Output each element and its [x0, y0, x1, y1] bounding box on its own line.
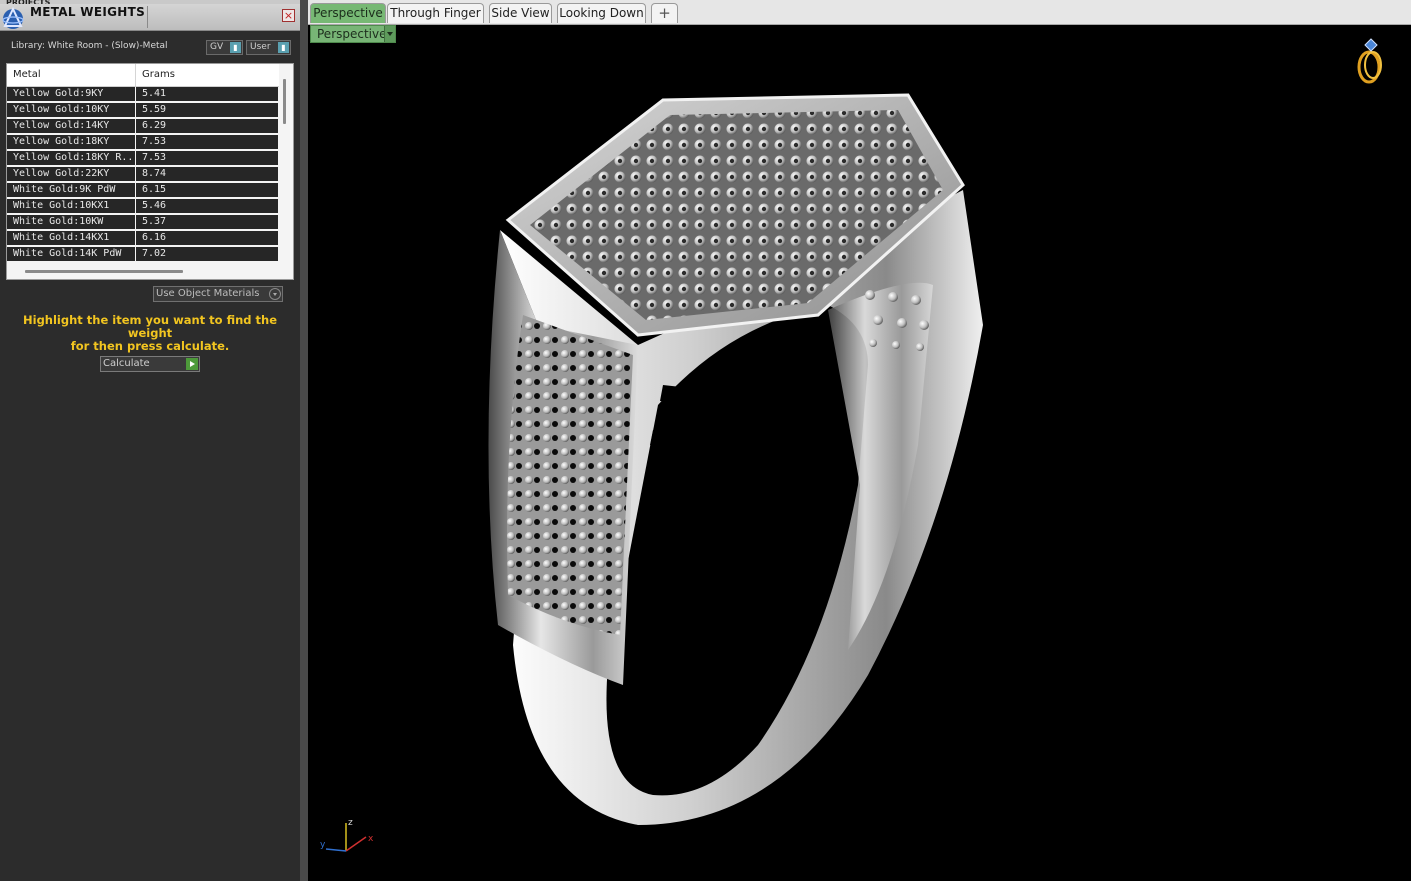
grams-cell: 5.37: [142, 216, 167, 227]
table-row[interactable]: White Gold:10KX1 5.46: [7, 199, 278, 213]
materials-combo-label: Use Object Materials: [156, 288, 260, 299]
metal-name-cell: Yellow Gold:22KY: [13, 168, 110, 179]
library-label: Library: White Room - (Slow)-Metal: [11, 41, 168, 51]
cell-divider: [135, 167, 136, 181]
grams-cell: 6.15: [142, 184, 167, 195]
ring-render: [488, 93, 983, 825]
metal-name-cell: White Gold:14KX1: [13, 232, 110, 243]
cell-divider: [135, 247, 136, 261]
instructions-line-1: Highlight the item you want to find the …: [23, 313, 277, 340]
side-pave-panel: [507, 315, 633, 635]
tab-perspective[interactable]: Perspective: [310, 3, 386, 23]
tab-through-finger[interactable]: Through Finger: [387, 3, 484, 23]
view-mode-dropdown-icon[interactable]: [384, 26, 395, 42]
user-combo-label: User: [250, 42, 271, 52]
grams-cell: 7.53: [142, 136, 167, 147]
metal-name-cell: Yellow Gold:18KY: [13, 136, 110, 147]
column-divider[interactable]: [135, 64, 136, 86]
metal-name-cell: Yellow Gold:18KY R...: [13, 152, 133, 163]
column-header-grams[interactable]: Grams: [142, 69, 175, 80]
instructions-text: Highlight the item you want to find the …: [0, 314, 300, 353]
calculate-label: Calculate: [103, 358, 150, 369]
instructions-line-2: for then press calculate.: [70, 339, 230, 353]
ring-logo-icon[interactable]: [1355, 37, 1387, 85]
x-axis-label: x: [368, 834, 374, 844]
add-tab-button[interactable]: +: [651, 3, 678, 23]
grams-cell: 6.16: [142, 232, 167, 243]
grams-cell: 8.74: [142, 168, 167, 179]
gv-combo[interactable]: GV ▮: [206, 40, 243, 55]
metal-name-cell: Yellow Gold:14KY: [13, 120, 110, 131]
cell-divider: [135, 215, 136, 229]
metal-name-cell: White Gold:10KX1: [13, 200, 110, 211]
metal-name-cell: White Gold:10KW: [13, 216, 104, 227]
3d-viewport[interactable]: Perspective z x y: [308, 25, 1411, 881]
metal-name-cell: White Gold:9K PdW: [13, 184, 116, 195]
use-object-materials-combo[interactable]: Use Object Materials: [153, 286, 283, 302]
view-mode-combo[interactable]: Perspective: [310, 25, 396, 43]
grams-cell: 7.02: [142, 248, 167, 259]
table-header: Metal Grams: [7, 64, 279, 87]
close-panel-button[interactable]: ×: [282, 9, 295, 22]
cell-divider: [135, 231, 136, 245]
table-row[interactable]: Yellow Gold:22KY 8.74: [7, 167, 278, 181]
gv-dropdown-icon[interactable]: ▮: [230, 42, 241, 53]
metal-name-cell: Yellow Gold:9KY: [13, 88, 104, 99]
panel-title: METAL WEIGHTS: [30, 5, 146, 19]
cell-divider: [135, 183, 136, 197]
grams-cell: 5.59: [142, 104, 167, 115]
grams-cell: 5.41: [142, 88, 167, 99]
cell-divider: [135, 103, 136, 117]
x-axis-line: [345, 836, 367, 852]
axis-gizmo: z x y: [320, 818, 374, 852]
tab-side-view[interactable]: Side View: [489, 3, 552, 23]
table-row[interactable]: White Gold:9K PdW 6.15: [7, 183, 278, 197]
tab-looking-down[interactable]: Looking Down: [557, 3, 646, 23]
calculate-button[interactable]: Calculate: [100, 356, 200, 372]
horizontal-scrollbar[interactable]: [25, 270, 183, 273]
metal-name-cell: Yellow Gold:10KY: [13, 104, 110, 115]
cell-divider: [135, 87, 136, 101]
table-row[interactable]: Yellow Gold:9KY 5.41: [7, 87, 278, 101]
user-dropdown-icon[interactable]: ▮: [278, 42, 289, 53]
table-row[interactable]: Yellow Gold:10KY 5.59: [7, 103, 278, 117]
cell-divider: [135, 199, 136, 213]
cell-divider: [135, 135, 136, 149]
vertical-scrollbar[interactable]: [283, 79, 286, 124]
table-row[interactable]: Yellow Gold:14KY 6.29: [7, 119, 278, 133]
app-logo-icon: [2, 6, 24, 29]
table-row[interactable]: Yellow Gold:18KY 7.53: [7, 135, 278, 149]
play-icon[interactable]: [186, 358, 198, 370]
metal-name-cell: White Gold:14K PdW: [13, 248, 122, 259]
grams-cell: 5.46: [142, 200, 167, 211]
table-row[interactable]: Yellow Gold:18KY R... 7.53: [7, 151, 278, 165]
grams-cell: 6.29: [142, 120, 167, 131]
table-row[interactable]: White Gold:10KW 5.37: [7, 215, 278, 229]
panel-splitter[interactable]: [300, 0, 308, 881]
table-body: Yellow Gold:9KY 5.41 Yellow Gold:10KY 5.59 Y…: [7, 87, 278, 263]
column-header-metal[interactable]: Metal: [13, 69, 41, 80]
grams-cell: 7.53: [142, 152, 167, 163]
panel-titlebar: PROJECTS METAL WEIGHTS ×: [0, 0, 306, 31]
view-tab-bar: Perspective Through Finger Side View Loo…: [308, 0, 1411, 25]
user-combo[interactable]: User ▮: [246, 40, 291, 55]
cell-divider: [135, 151, 136, 165]
y-axis-label: y: [320, 840, 326, 850]
title-tab-divider: [147, 6, 148, 28]
y-axis-line: [325, 848, 347, 852]
chevron-down-icon[interactable]: [269, 288, 281, 300]
metal-weights-table[interactable]: Metal Grams Yellow Gold:9KY 5.41 Yellow Go…: [6, 63, 294, 280]
gv-combo-label: GV: [210, 42, 224, 52]
metal-weights-panel: PROJECTS METAL WEIGHTS × Library: White …: [0, 0, 306, 881]
projects-header-strip[interactable]: PROJECTS: [0, 0, 306, 4]
table-row[interactable]: White Gold:14KX1 6.16: [7, 231, 278, 245]
z-axis-label: z: [348, 818, 353, 828]
cell-divider: [135, 119, 136, 133]
view-mode-label: Perspective: [317, 27, 387, 41]
table-row[interactable]: White Gold:14K PdW 7.02: [7, 247, 278, 261]
